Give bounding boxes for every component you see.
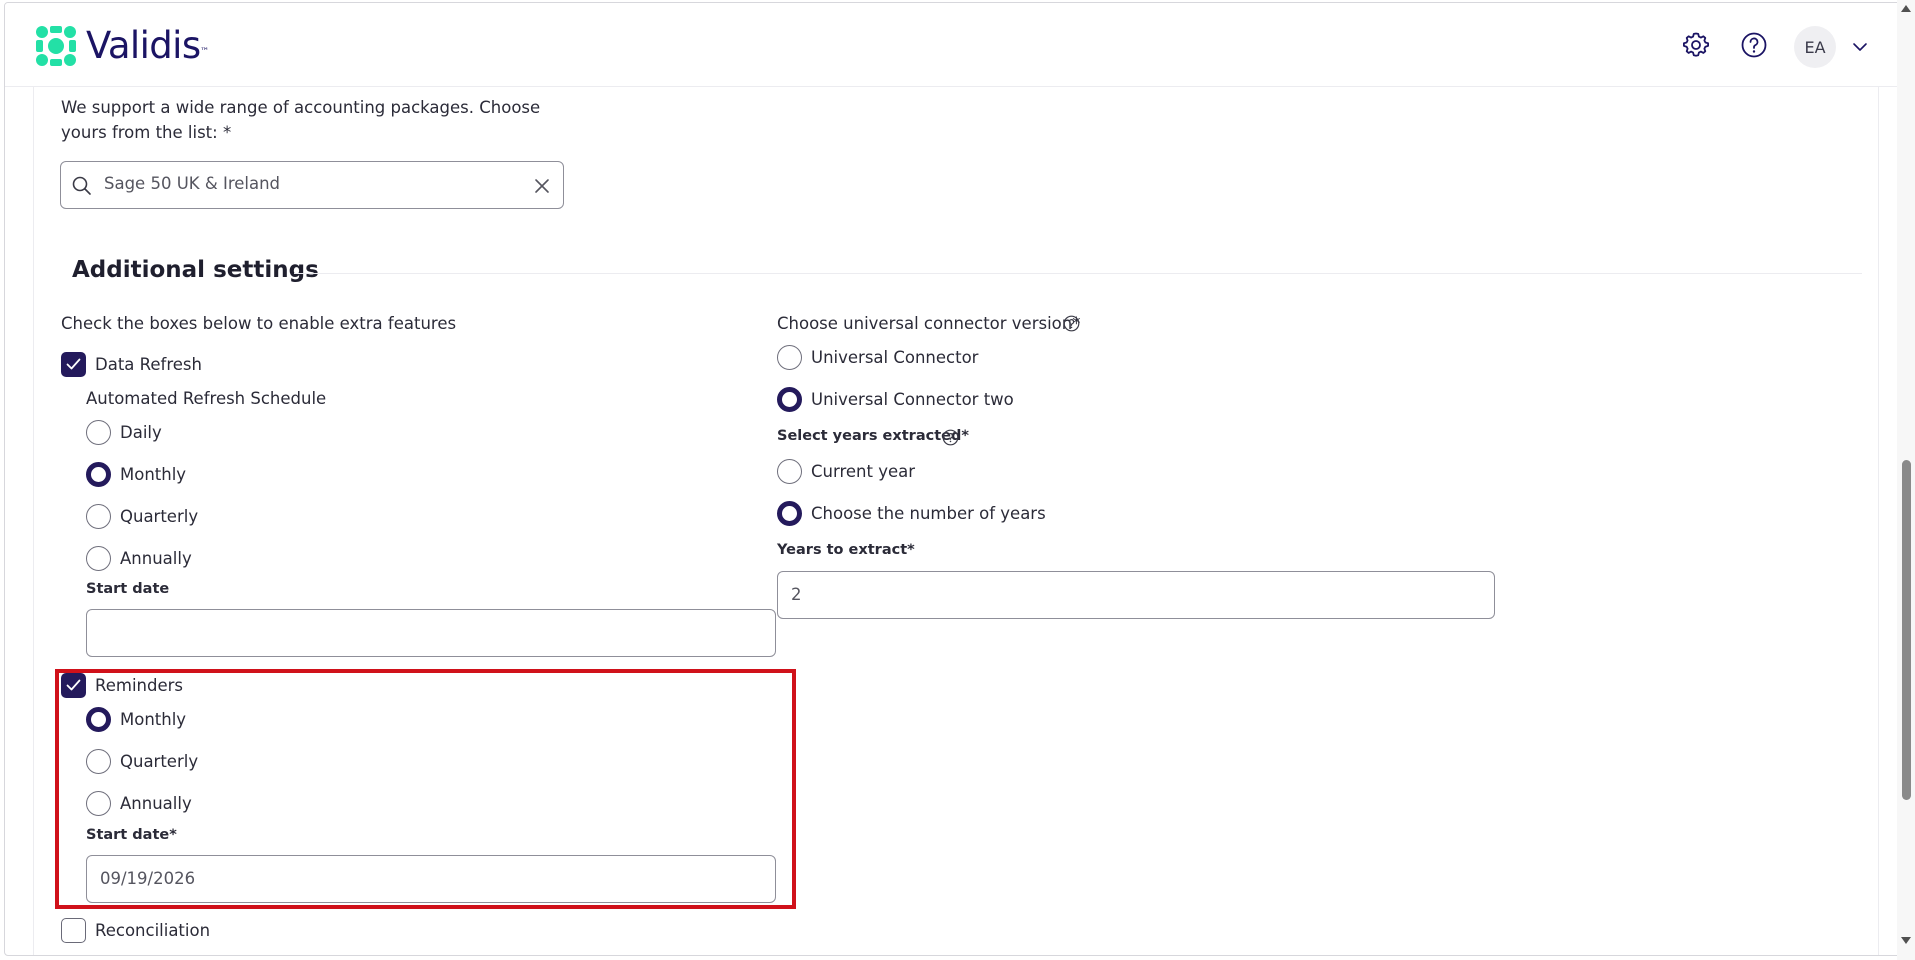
package-value: Sage 50 UK & Ireland (104, 174, 281, 193)
extra-features-intro: Check the boxes below to enable extra fe… (61, 314, 457, 333)
years-current-radio[interactable] (777, 459, 802, 484)
help-circle-icon[interactable] (1738, 29, 1770, 61)
years-to-extract-value: 2 (791, 585, 802, 604)
data-refresh-label: Data Refresh (95, 355, 202, 374)
refresh-daily-radio[interactable] (86, 420, 111, 445)
years-to-extract-input[interactable]: 2 (777, 571, 1495, 619)
validis-logo-icon (36, 26, 76, 66)
refresh-quarterly-radio[interactable] (86, 504, 111, 529)
close-icon[interactable] (531, 175, 553, 197)
years-to-extract-label: Years to extract* (777, 542, 915, 558)
checkmark-icon (66, 358, 81, 370)
connector-universal-label: Universal Connector (811, 348, 979, 367)
scroll-down-arrow-icon[interactable] (1901, 937, 1911, 944)
refresh-schedule-label: Automated Refresh Schedule (86, 389, 327, 408)
refresh-daily-label: Daily (120, 423, 162, 442)
data-refresh-checkbox[interactable] (61, 352, 86, 377)
top-header: Validis ™ EA (5, 3, 1902, 87)
gear-icon[interactable] (1680, 29, 1712, 61)
refresh-annually-label: Annually (120, 549, 192, 568)
scroll-up-arrow-icon[interactable] (1901, 5, 1911, 12)
refresh-monthly-radio[interactable] (86, 462, 111, 487)
years-current-label: Current year (811, 462, 916, 481)
connector-universal-two-radio[interactable] (777, 387, 802, 412)
user-avatar[interactable]: EA (1794, 26, 1836, 68)
validis-logo[interactable]: Validis ™ (35, 24, 209, 67)
reconciliation-label: Reconciliation (95, 921, 211, 940)
section-divider (294, 273, 1862, 274)
reminders-highlight-box (55, 669, 796, 909)
help-circle-icon[interactable] (942, 429, 959, 446)
connector-universal-radio[interactable] (777, 345, 802, 370)
accounting-package-search[interactable]: Sage 50 UK & Ireland (60, 161, 564, 209)
search-icon (72, 176, 91, 195)
vertical-scrollbar[interactable] (1897, 0, 1915, 960)
refresh-monthly-label: Monthly (120, 465, 187, 484)
years-choose-number-label: Choose the number of years (811, 504, 1046, 523)
brand-name: Validis ™ (86, 24, 209, 67)
chevron-down-icon[interactable] (1850, 37, 1870, 57)
connector-version-label: Choose universal connector version* (777, 314, 1081, 333)
refresh-start-date-input[interactable] (86, 609, 776, 657)
section-title: Additional settings (72, 257, 319, 283)
years-choose-number-radio[interactable] (777, 501, 802, 526)
help-circle-icon[interactable] (1063, 315, 1080, 332)
years-extracted-label: Select years extracted* (777, 428, 969, 444)
app-window: Validis ™ EA We support a wide range of a… (4, 2, 1903, 956)
package-intro-text: We support a wide range of accounting pa… (61, 98, 541, 142)
refresh-annually-radio[interactable] (86, 546, 111, 571)
settings-panel: We support a wide range of accounting pa… (33, 87, 1879, 955)
scrollbar-thumb[interactable] (1902, 460, 1911, 800)
connector-universal-two-label: Universal Connector two (811, 390, 1014, 409)
refresh-quarterly-label: Quarterly (120, 507, 199, 526)
refresh-start-date-label: Start date (86, 581, 170, 597)
reconciliation-checkbox[interactable] (61, 918, 86, 943)
